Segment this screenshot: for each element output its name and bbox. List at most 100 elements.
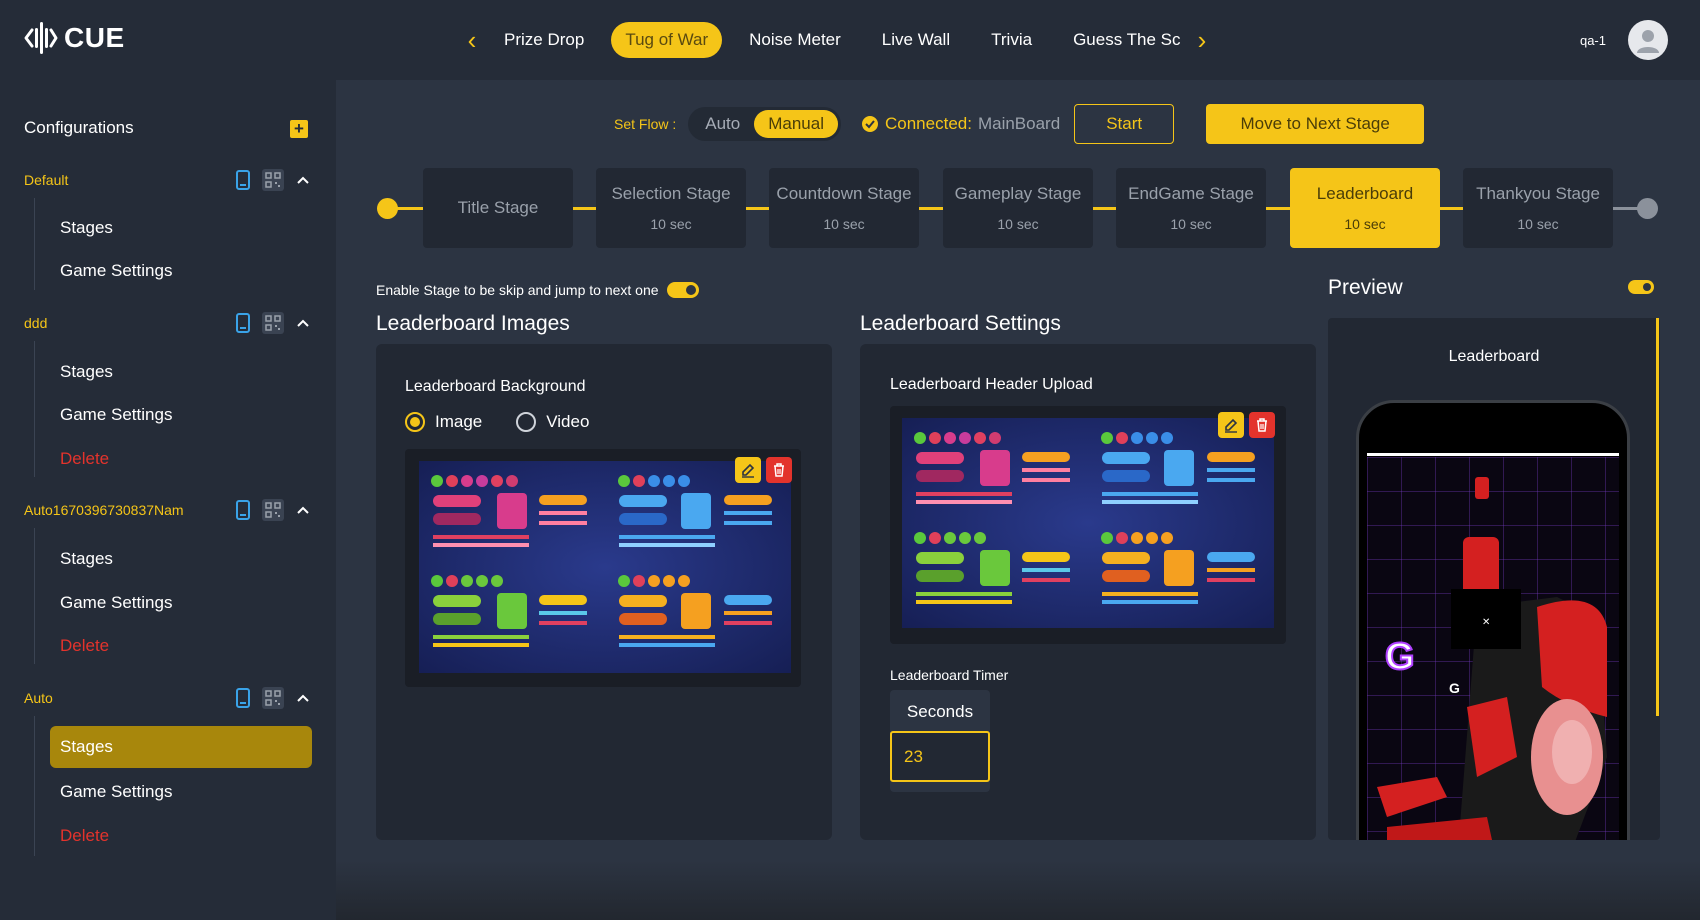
user-icon bbox=[1637, 30, 1659, 53]
config-header-auto1670396730837nam[interactable]: Auto1670396730837Nam bbox=[24, 498, 314, 522]
ui-kit-image bbox=[419, 461, 791, 673]
ui-kit-image bbox=[902, 418, 1274, 628]
flow-auto-option[interactable]: Auto bbox=[691, 110, 754, 138]
stage-name: Countdown Stage bbox=[776, 184, 912, 203]
avatar[interactable] bbox=[1628, 20, 1668, 60]
chevron-up-icon[interactable] bbox=[292, 312, 314, 334]
chevron-up-icon[interactable] bbox=[292, 499, 314, 521]
tab-noise-meter[interactable]: Noise Meter bbox=[735, 22, 855, 58]
video-radio[interactable] bbox=[516, 412, 537, 432]
svg-text:G: G bbox=[1449, 680, 1460, 696]
game-tabs: Prize Drop Tug of War Noise Meter Live W… bbox=[490, 21, 1194, 59]
config-header-ddd[interactable]: ddd bbox=[24, 311, 314, 335]
trash-icon bbox=[1257, 418, 1267, 432]
tree-line bbox=[34, 716, 35, 856]
tree-line bbox=[34, 528, 35, 664]
logo[interactable]: CUE bbox=[24, 20, 125, 56]
preview-screen-title: Leaderboard bbox=[1448, 348, 1540, 365]
leaderboard-images-title: Leaderboard Images bbox=[376, 312, 570, 335]
delete-background-button[interactable] bbox=[766, 457, 792, 483]
stage-time: 10 sec bbox=[1517, 216, 1559, 232]
stage-name: EndGame Stage bbox=[1128, 184, 1254, 203]
sidebar-item-delete[interactable]: Delete bbox=[60, 449, 109, 469]
phone-preview-image: G G ✕ bbox=[1367, 457, 1619, 840]
skip-stage-toggle[interactable] bbox=[666, 282, 699, 298]
pencil-icon bbox=[742, 463, 755, 478]
qr-code-icon[interactable] bbox=[262, 169, 284, 191]
move-to-next-stage-button[interactable]: Move to Next Stage bbox=[1206, 104, 1425, 144]
start-button[interactable]: Start bbox=[1074, 104, 1175, 144]
edit-background-button[interactable] bbox=[735, 457, 761, 483]
config-header-default[interactable]: Default bbox=[24, 168, 314, 192]
svg-text:G: G bbox=[1385, 636, 1415, 678]
connected-value: MainBoard bbox=[977, 114, 1061, 133]
stage-selection[interactable]: Selection Stage 10 sec bbox=[596, 168, 746, 248]
nav-next-icon[interactable]: › bbox=[1190, 25, 1214, 55]
sidebar-item-delete[interactable]: Delete bbox=[60, 826, 109, 846]
nav-prev-icon[interactable]: ‹ bbox=[460, 25, 484, 55]
mobile-icon[interactable] bbox=[232, 687, 254, 709]
mobile-icon[interactable] bbox=[232, 499, 254, 521]
stage-thankyou[interactable]: Thankyou Stage 10 sec bbox=[1463, 168, 1613, 248]
top-bar: CUE ‹ Prize Drop Tug of War Noise Meter … bbox=[0, 0, 1700, 80]
tab-guess-the-sc[interactable]: Guess The Sc bbox=[1059, 22, 1194, 58]
header-image-thumbnail bbox=[902, 418, 1274, 628]
delete-header-button[interactable] bbox=[1249, 412, 1275, 438]
sidebar-item-stages[interactable]: Stages bbox=[60, 362, 113, 382]
sidebar-item-game-settings[interactable]: Game Settings bbox=[60, 405, 172, 425]
sidebar-item-game-settings[interactable]: Game Settings bbox=[60, 593, 172, 613]
seconds-input[interactable] bbox=[890, 731, 990, 782]
mobile-icon[interactable] bbox=[232, 312, 254, 334]
mobile-icon[interactable] bbox=[232, 169, 254, 191]
preview-toggle[interactable] bbox=[1628, 280, 1654, 294]
tab-tug-of-war[interactable]: Tug of War bbox=[611, 22, 723, 58]
sidebar-item-stages-active[interactable]: Stages bbox=[50, 726, 312, 768]
sidebar-title: Configurations bbox=[24, 118, 134, 137]
config-header-auto[interactable]: Auto bbox=[24, 686, 314, 710]
stage-leaderboard[interactable]: Leaderboard 10 sec bbox=[1290, 168, 1440, 248]
qr-code-icon[interactable] bbox=[262, 312, 284, 334]
stage-time: 10 sec bbox=[823, 216, 865, 232]
tab-prize-drop[interactable]: Prize Drop bbox=[490, 22, 598, 58]
waveform-logo-icon bbox=[24, 22, 58, 54]
preview-title: Preview bbox=[1328, 276, 1403, 299]
connected-label: Connected: bbox=[885, 114, 972, 133]
background-image-frame bbox=[405, 449, 801, 687]
image-radio[interactable] bbox=[405, 412, 425, 432]
config-name: Auto bbox=[24, 690, 53, 706]
brand-name: CUE bbox=[64, 22, 125, 53]
stage-name: Thankyou Stage bbox=[1476, 184, 1600, 203]
tab-live-wall[interactable]: Live Wall bbox=[868, 22, 964, 58]
user-menu[interactable]: qa-1 bbox=[1580, 20, 1668, 60]
sidebar-item-game-settings[interactable]: Game Settings bbox=[60, 782, 172, 802]
sidebar-item-stages[interactable]: Stages bbox=[60, 549, 113, 569]
leaderboard-background-label: Leaderboard Background bbox=[405, 378, 586, 395]
sidebar-item-delete[interactable]: Delete bbox=[60, 636, 109, 656]
stage-gameplay[interactable]: Gameplay Stage 10 sec bbox=[943, 168, 1093, 248]
flow-manual-option[interactable]: Manual bbox=[754, 110, 838, 138]
video-radio-label: Video bbox=[546, 412, 590, 431]
qr-code-icon[interactable] bbox=[262, 499, 284, 521]
add-configuration-button[interactable]: + bbox=[290, 120, 308, 138]
sidebar: Configurations + Default Stages Game Set… bbox=[0, 80, 336, 920]
tab-trivia[interactable]: Trivia bbox=[977, 22, 1046, 58]
qr-code-icon[interactable] bbox=[262, 687, 284, 709]
stage-name: Leaderboard bbox=[1316, 184, 1414, 203]
phone-mockup: G G ✕ bbox=[1356, 400, 1630, 840]
timer-box: Seconds bbox=[890, 690, 990, 792]
connection-status: Connected: MainBoard bbox=[861, 114, 1060, 134]
stage-endgame[interactable]: EndGame Stage 10 sec bbox=[1116, 168, 1266, 248]
chevron-up-icon[interactable] bbox=[292, 169, 314, 191]
bottom-fade bbox=[336, 860, 1700, 920]
stage-countdown[interactable]: Countdown Stage 10 sec bbox=[769, 168, 919, 248]
svg-text:✕: ✕ bbox=[1482, 617, 1490, 628]
gaming-chair-image: G G ✕ bbox=[1377, 477, 1607, 840]
tree-line bbox=[34, 198, 35, 290]
stage-title[interactable]: Title Stage bbox=[423, 168, 573, 248]
edit-header-button[interactable] bbox=[1218, 412, 1244, 438]
sidebar-item-stages[interactable]: Stages bbox=[60, 218, 113, 238]
chevron-up-icon[interactable] bbox=[292, 687, 314, 709]
stage-time: 10 sec bbox=[997, 216, 1039, 232]
preview-scrollbar[interactable] bbox=[1656, 318, 1659, 716]
sidebar-item-game-settings[interactable]: Game Settings bbox=[60, 261, 172, 281]
